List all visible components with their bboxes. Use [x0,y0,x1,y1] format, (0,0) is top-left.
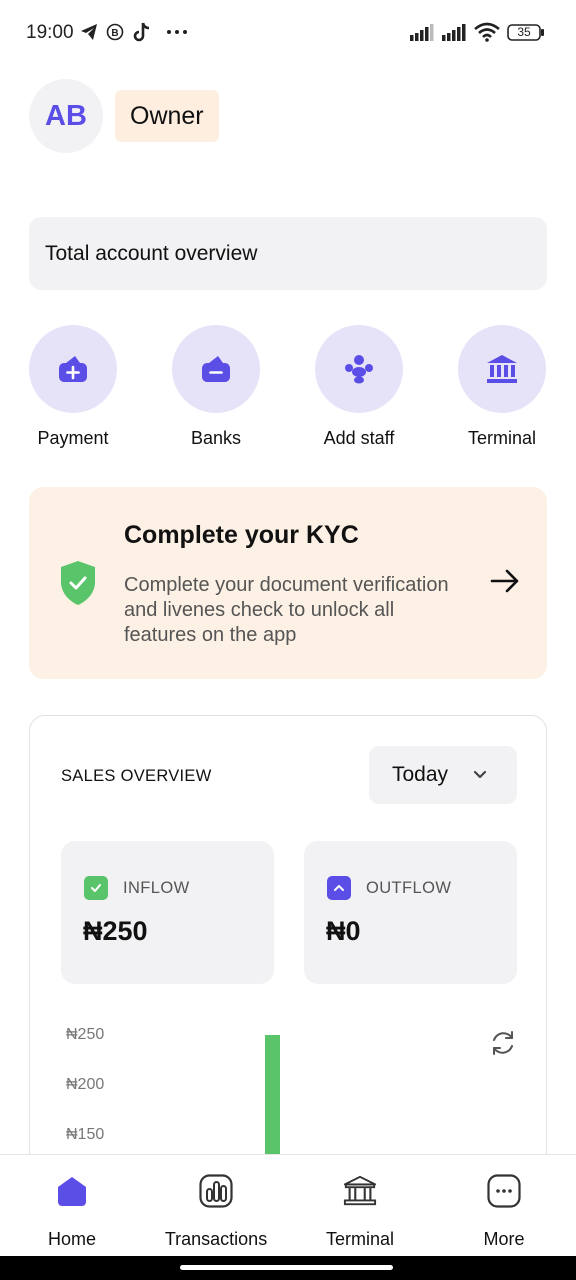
quick-actions: Payment Banks Add staff Terminal [0,325,576,455]
home-icon [55,1173,89,1209]
wallet-add-icon [59,356,87,382]
period-dropdown[interactable]: Today [369,746,517,804]
outflow-chevron-up-icon [327,876,351,900]
wallet-remove-icon [202,356,230,382]
outflow-label: OUTFLOW [366,879,452,897]
nav-terminal[interactable]: Terminal [288,1155,432,1255]
kyc-title: Complete your KYC [124,521,359,549]
users-icon [345,355,373,384]
role-badge: Owner [115,90,219,142]
kyc-description: Complete your document verification and … [124,574,449,646]
kyc-banner[interactable]: Complete your KYC Complete your document… [29,487,547,679]
nav-label: Terminal [325,1229,395,1249]
terminal-button[interactable]: Terminal [437,325,567,449]
action-label: Banks [190,428,242,448]
action-label: Terminal [467,428,537,448]
telegram-icon [81,24,97,40]
y-tick-label: ₦250 [66,1026,105,1043]
inflow-check-icon [84,876,108,900]
nav-label: Home [47,1229,96,1249]
action-circle [458,325,546,413]
action-label: Payment [37,428,109,448]
banks-button[interactable]: Banks [151,325,281,449]
outflow-box: OUTFLOW ₦0 [304,841,517,984]
signal-icon [410,24,434,41]
bottom-nav: Home Transactions Terminal More [0,1154,576,1256]
tiktok-icon [133,22,150,42]
action-circle [29,325,117,413]
action-label: Add staff [323,428,395,448]
wifi-icon [474,22,500,42]
inflow-amount: ₦250 [83,916,148,946]
svg-text:B: B [111,28,118,39]
nav-label: More [483,1229,525,1249]
b-icon: B [106,23,124,41]
home-indicator[interactable] [180,1265,393,1270]
transactions-icon [199,1173,233,1209]
outflow-amount: ₦0 [326,916,361,946]
nav-label: Transactions [164,1229,268,1249]
sales-overview-title: SALES OVERVIEW [61,767,212,785]
nav-more[interactable]: More [432,1155,576,1255]
add-staff-button[interactable]: Add staff [294,325,424,449]
battery-level: 35 [517,25,531,39]
period-value: Today [392,763,449,786]
more-icon [487,1173,521,1209]
action-circle [315,325,403,413]
refresh-icon[interactable] [488,1028,518,1058]
sales-chart: ₦250 ₦200 ₦150 [30,1016,548,1156]
shield-check-icon [61,561,95,605]
total-account-overview[interactable]: Total account overview [29,217,547,290]
avatar[interactable]: AB [29,79,103,153]
signal-icon [442,24,466,41]
status-bar: 19:00 B 35 [0,0,576,64]
arrow-right-icon[interactable] [489,567,521,595]
battery-icon: 35 [507,24,545,41]
more-dots-icon [167,30,187,34]
inflow-box: INFLOW ₦250 [61,841,274,984]
bank-building-icon [343,1173,377,1209]
status-time: 19:00 [26,22,74,43]
chevron-down-icon [473,770,487,779]
chart-bar [265,1035,280,1156]
payment-button[interactable]: Payment [8,325,138,449]
bank-building-icon [487,355,517,383]
gesture-bar [0,1256,576,1280]
nav-home[interactable]: Home [0,1155,144,1255]
y-tick-label: ₦200 [66,1076,105,1093]
y-tick-label: ₦150 [66,1126,105,1143]
nav-transactions[interactable]: Transactions [144,1155,288,1255]
inflow-label: INFLOW [123,879,190,897]
action-circle [172,325,260,413]
